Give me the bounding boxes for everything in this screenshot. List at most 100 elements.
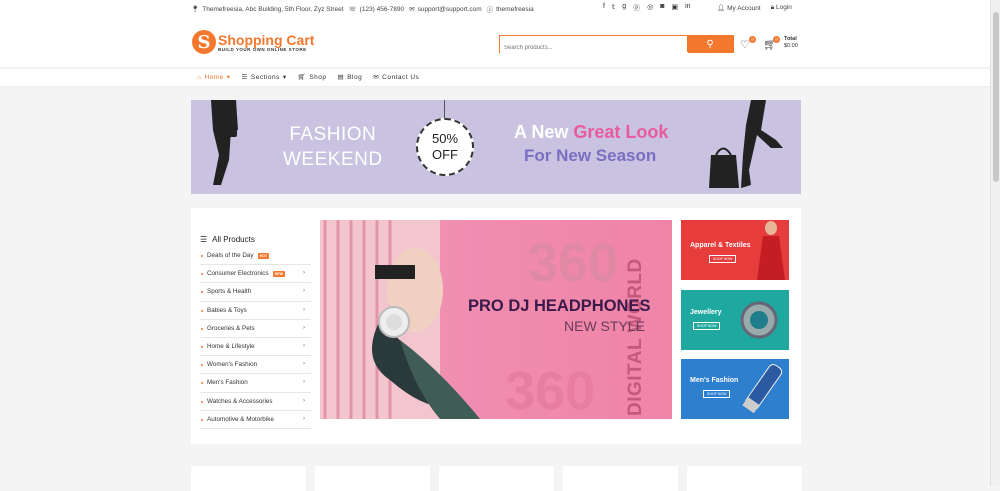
product-card[interactable] [315, 466, 430, 491]
category-item[interactable]: Groceries & Pets › [200, 320, 311, 338]
hero-title: PRO DJ HEADPHONES [468, 297, 651, 315]
trimmer-image [742, 364, 783, 414]
hero-vertical-text: DIGITAL WORLD [625, 258, 646, 416]
search-button[interactable]: ⚲ [687, 36, 733, 52]
skype-icon: ⓢ [486, 7, 494, 14]
pinterest-icon[interactable]: ⓟ [633, 3, 640, 13]
category-item[interactable]: Automotive & Motorbike › [200, 411, 311, 429]
address: 📍︎ Themefreesia, Abc Building, 5th Floor… [191, 5, 344, 14]
flickr-icon[interactable]: ▣ [671, 3, 678, 13]
hero-bg-number-top: 360 [528, 233, 619, 293]
user-icon: 👤︎ [717, 5, 726, 12]
linkedin-icon[interactable]: in [685, 3, 690, 13]
scrollbar-thumb[interactable] [993, 12, 999, 182]
cart-icon: 🛒︎ [297, 74, 307, 81]
search-form: ⚲ [499, 35, 734, 56]
contact-info: 📍︎ Themefreesia, Abc Building, 5th Floor… [191, 4, 534, 15]
logo-mark: S [192, 30, 216, 54]
shop-now-button[interactable]: SHOP NOW [709, 255, 737, 263]
location-pin-icon: 📍︎ [191, 6, 200, 13]
promo-banner[interactable]: FASHION WEEKEND 50% OFF A New Great Look… [191, 100, 801, 194]
chevron-right-icon: › [303, 306, 305, 313]
chevron-right-icon: › [303, 361, 305, 368]
category-item[interactable]: Women's Fashion › [200, 356, 311, 375]
nav-shop[interactable]: 🛒︎ Shop [297, 73, 327, 82]
product-card[interactable] [687, 466, 802, 491]
total-label: Total [784, 36, 797, 42]
hero-bg-number-bottom: 360 [505, 361, 596, 419]
discount-tag: 50% OFF [416, 118, 474, 176]
my-account-link[interactable]: 👤︎ My Account [717, 4, 761, 12]
nav-sections[interactable]: ☰ Sections ▾ [241, 73, 287, 82]
site-logo[interactable]: S Shopping Cart BUILD YOUR OWN ONLINE ST… [192, 30, 314, 54]
nav-blog[interactable]: ▤ Blog [337, 73, 363, 82]
product-card[interactable] [563, 466, 678, 491]
phone[interactable]: ☏ (123) 456-7890 [349, 5, 405, 14]
chevron-down-icon: ▾ [282, 74, 287, 81]
logo-tagline: BUILD YOUR OWN ONLINE STORE [218, 46, 307, 52]
nav-home[interactable]: ⌂ Home ▾ [197, 73, 231, 82]
category-item[interactable]: Consumer Electronics NEW › [200, 265, 311, 284]
top-bar: 📍︎ Themefreesia, Abc Building, 5th Floor… [0, 0, 990, 18]
twitter-icon[interactable]: 𝕥 [612, 3, 615, 13]
tile-mens-fashion[interactable]: Men's Fashion SHOP NOW [681, 359, 789, 419]
account-links: 👤︎ My Account 🔒︎ Login [717, 4, 792, 12]
ring-image [740, 301, 778, 339]
menu-icon: ☰ [241, 74, 248, 81]
cart-total[interactable]: Total $0.00 [784, 36, 798, 50]
category-header[interactable]: ☰ All Products [200, 231, 311, 247]
chevron-right-icon: › [303, 415, 305, 422]
category-item[interactable]: Deals of the Day HOT [200, 247, 311, 266]
instagram-icon[interactable]: ◙ [660, 3, 664, 13]
tile-apparel[interactable]: Apparel & Textiles SHOP NOW [681, 220, 789, 280]
category-item[interactable]: Home & Lifestyle › [200, 338, 311, 357]
promo-headline: A New Great Look [514, 122, 669, 142]
login-link[interactable]: 🔒︎ Login [771, 4, 792, 12]
category-menu: ☰ All Products Deals of the Day HOT Consu… [200, 231, 311, 429]
site-header: S Shopping Cart BUILD YOUR OWN ONLINE ST… [0, 18, 990, 68]
facebook-icon[interactable]: f [603, 3, 605, 13]
fashion-weekend-text: FASHION WEEKEND [283, 124, 383, 170]
dribbble-icon[interactable]: ◎ [647, 3, 653, 13]
chevron-right-icon: › [303, 342, 305, 349]
blog-icon: ▤ [337, 74, 345, 81]
category-item[interactable]: Babies & Toys › [200, 302, 311, 320]
hero-slider[interactable]: 360 360 DIGITAL WORLD PRO DJ HEADPHONES … [320, 220, 672, 419]
shop-now-button[interactable]: SHOP NOW [693, 322, 721, 330]
tile-title: Apparel & Textiles [690, 242, 751, 249]
category-item[interactable]: Watches & Accessories › [200, 393, 311, 411]
product-card[interactable] [191, 466, 306, 491]
wishlist-button[interactable]: ♡ 0 [740, 36, 756, 51]
category-item[interactable]: Sports & Health › [200, 283, 311, 302]
tile-jewellery[interactable]: Jewellery SHOP NOW [681, 290, 789, 350]
social-links: f 𝕥 g ⓟ ◎ ◙ ▣ in [603, 3, 691, 13]
hero-subtitle: NEW STYLE [564, 318, 645, 334]
chevron-right-icon: › [303, 379, 305, 386]
page-scrollbar[interactable] [990, 0, 1000, 486]
google-plus-icon[interactable]: g [622, 3, 626, 13]
cart-button[interactable]: 🛒︎ 0 [763, 36, 780, 51]
chevron-right-icon: › [303, 270, 305, 277]
search-icon: ⚲ [706, 38, 714, 50]
total-value: $0.00 [784, 43, 798, 49]
hamburger-icon: ☰ [200, 234, 208, 244]
skype-link[interactable]: ⓢ themefreesia [486, 4, 534, 15]
email-link[interactable]: ✉ support@support.com [409, 5, 482, 14]
shop-now-button[interactable]: SHOP NOW [703, 390, 731, 398]
nav-contact[interactable]: ✉ Contact Us [373, 73, 419, 82]
new-badge: NEW [272, 270, 285, 277]
search-input[interactable] [500, 40, 688, 56]
hot-badge: HOT [257, 252, 270, 259]
product-card[interactable] [439, 466, 554, 491]
cart-count: 0 [773, 36, 780, 43]
logo-name: Shopping Cart [218, 31, 315, 48]
chevron-right-icon: › [303, 288, 305, 295]
wishlist-count: 0 [749, 36, 756, 43]
main-nav: ⌂ Home ▾ ☰ Sections ▾ 🛒︎ Shop ▤ Blog ✉ Contact … [0, 69, 990, 87]
chevron-right-icon: › [303, 397, 305, 404]
chevron-down-icon: ▾ [226, 74, 231, 81]
tag-string [444, 100, 445, 118]
category-item[interactable]: Men's Fashion › [200, 374, 311, 393]
chevron-right-icon: › [303, 324, 305, 331]
tile-title: Jewellery [690, 309, 722, 316]
